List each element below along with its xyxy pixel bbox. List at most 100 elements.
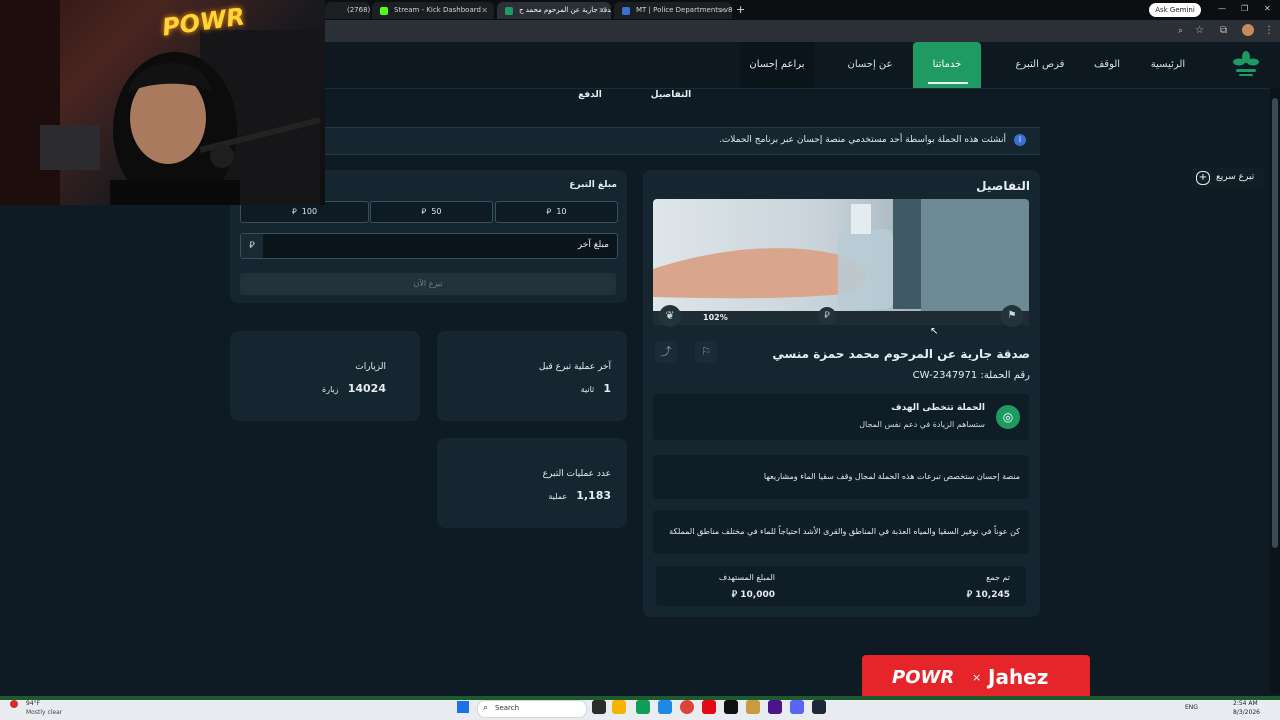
jahez-logo: Jahez [988, 665, 1049, 689]
riyal-marker-icon: ⃁ [818, 307, 836, 325]
new-tab-button[interactable]: + [736, 3, 745, 16]
nav-active-underline [928, 82, 968, 84]
minimize-icon[interactable]: — [1218, 4, 1226, 13]
goal-exceeded-box: ◎ الحملة تتخطى الهدف ستساهم الزيادة في د… [653, 394, 1029, 440]
browser-tab[interactable]: MT | Police Departments v8.0 ✕ [614, 2, 732, 19]
language-indicator[interactable]: ENG [1185, 704, 1198, 711]
goal-title: الحملة تتخطى الهدف [891, 403, 985, 413]
donate-now-button[interactable]: تبرع الآن [240, 273, 616, 295]
close-icon[interactable]: ✕ [598, 2, 605, 19]
netflix-icon[interactable] [702, 700, 716, 714]
weather-temp: 94°F [26, 700, 41, 707]
ehsan-icon [505, 7, 513, 15]
description-box: كن عوناً في توفير السقيا والمياه العذبة … [653, 510, 1029, 554]
campaign-number: رقم الحملة: CW-2347971 [860, 370, 1030, 381]
riyal-icon: ⃁ [291, 207, 302, 216]
scrollbar-thumb[interactable] [1272, 98, 1278, 548]
mt-icon [622, 7, 630, 15]
last-donation-label: آخر عملية تبرع قبل [538, 362, 611, 372]
file-explorer-icon[interactable] [612, 700, 626, 714]
donation-ops-label: عدد عمليات التبرع [542, 469, 611, 479]
edge-icon[interactable] [636, 700, 650, 714]
zoom-icon[interactable]: ⌕ [1178, 26, 1183, 36]
menu-icon[interactable]: ⋮ [1264, 25, 1274, 36]
task-view-icon[interactable] [592, 700, 606, 714]
close-window-icon[interactable]: ✕ [1264, 4, 1271, 13]
store-icon[interactable] [658, 700, 672, 714]
collected-amount: ⃁ 10,245 [966, 590, 1010, 600]
sponsor-banner: POWR × Jahez [862, 655, 1090, 702]
campaign-number-label: رقم الحملة: [980, 370, 1030, 381]
close-icon[interactable]: ✕ [481, 2, 488, 19]
windows-start-icon[interactable] [457, 701, 469, 713]
search-icon: ⌕ [483, 703, 489, 713]
campaign-number-value: CW-2347971 [912, 370, 978, 381]
visits-card: الزيارات 14024 زيارة [230, 331, 420, 421]
bookmark-star-icon[interactable]: ☆ [1195, 25, 1204, 36]
campaign-notice: i أنشئت هذه الحملة بواسطة أحد مستخدمي من… [325, 127, 1040, 155]
tab-label: صدقة جارية عن المرحوم محمد ح... [519, 6, 611, 14]
nexus-icon[interactable] [768, 700, 782, 714]
description-2: كن عوناً في توفير السقيا والمياه العذبة … [669, 527, 1020, 536]
nav-donation-opportunities[interactable]: فرص التبرع [1006, 42, 1074, 88]
scrollbar[interactable] [1270, 88, 1280, 694]
tree-icon: ❦ [659, 305, 681, 327]
amount-50-button[interactable]: ⃁ 50 [370, 201, 493, 223]
capcut-icon[interactable] [724, 700, 738, 714]
target-label: المبلغ المستهدف [718, 573, 775, 582]
clock-date[interactable]: 8/3/2026 [1233, 709, 1260, 716]
tab-label: MT | Police Departments v8.0 [636, 6, 732, 14]
kick-icon [380, 7, 388, 15]
valorant-icon[interactable] [746, 700, 760, 714]
progress-label: 102% [703, 313, 728, 322]
weather-desc[interactable]: Mostly clear [26, 709, 62, 716]
chrome-icon[interactable] [680, 700, 694, 714]
clock-time[interactable]: 2:54 AM [1233, 700, 1258, 707]
riyal-icon: ⃁ [421, 207, 432, 216]
info-icon: i [1014, 134, 1026, 146]
donation-ops-value: 1,183 عملية [548, 489, 611, 502]
browser-tab[interactable]: Stream - Kick Dashboard ✕ [372, 2, 494, 19]
webcam-overlay: POWR [0, 0, 325, 205]
extensions-icon[interactable]: ⧉ [1220, 25, 1227, 36]
plus-icon: + [1196, 171, 1210, 185]
share-icon[interactable]: ⤴ [655, 341, 677, 363]
report-flag-icon[interactable]: ⚐ [695, 341, 717, 363]
quick-donate-button[interactable]: + تبرع سريع [1192, 168, 1264, 188]
nav-ehsan-buds[interactable]: براعم إحسان [740, 42, 814, 88]
browser-tab[interactable]: (2768) شيلة [325, 2, 370, 19]
other-amount-field[interactable]: ⃁ مبلغ آخر [240, 233, 618, 259]
profile-avatar[interactable] [1242, 24, 1254, 36]
step-payment-label: الدفع [578, 90, 602, 100]
taskbar-search[interactable]: ⌕ Search [477, 700, 587, 718]
details-title: التفاصيل [976, 179, 1030, 193]
discord-icon[interactable] [790, 700, 804, 714]
riyal-icon: ⃁ [731, 590, 741, 600]
campaign-title: صدقة جارية عن المرحوم محمد حمزة منسي [772, 347, 1030, 361]
ehsan-logo[interactable] [1230, 48, 1262, 80]
quick-donate-label: تبرع سريع [1216, 172, 1255, 182]
riyal-icon: ⃁ [966, 590, 976, 600]
amount-10-button[interactable]: ⃁ 10 [495, 201, 618, 223]
search-label: Search [495, 704, 520, 712]
other-amount-placeholder: مبلغ آخر [577, 240, 609, 250]
maximize-icon[interactable]: ❐ [1241, 4, 1248, 13]
ask-gemini-button[interactable]: Ask Gemini [1149, 3, 1201, 17]
tab-label: (2768) شيلة [347, 6, 370, 14]
amounts-box: تم جمع ⃁ 10,245 المبلغ المستهدف ⃁ 10,000 [656, 566, 1026, 606]
close-icon[interactable]: ✕ [719, 2, 726, 19]
target-icon: ◎ [996, 405, 1020, 429]
target-amount: ⃁ 10,000 [731, 590, 775, 600]
visits-label: الزيارات [355, 362, 386, 372]
tab-label: Stream - Kick Dashboard [394, 6, 481, 14]
weather-alert-icon [10, 700, 18, 708]
nav-waqf[interactable]: الوقف [1086, 42, 1128, 88]
description-box: منصة إحسان ستخصص تبرعات هذه الحملة لمجال… [653, 455, 1029, 499]
browser-tab-active[interactable]: صدقة جارية عن المرحوم محمد ح... ✕ [497, 2, 611, 19]
visits-value: 14024 زيارة [322, 382, 386, 395]
last-donation-value: 1 ثانية [580, 382, 611, 395]
steam-icon[interactable] [812, 700, 826, 714]
collab-x: × [972, 671, 982, 684]
nav-home[interactable]: الرئيسية [1140, 42, 1196, 88]
nav-about-ehsan[interactable]: عن إحسان [838, 42, 902, 88]
